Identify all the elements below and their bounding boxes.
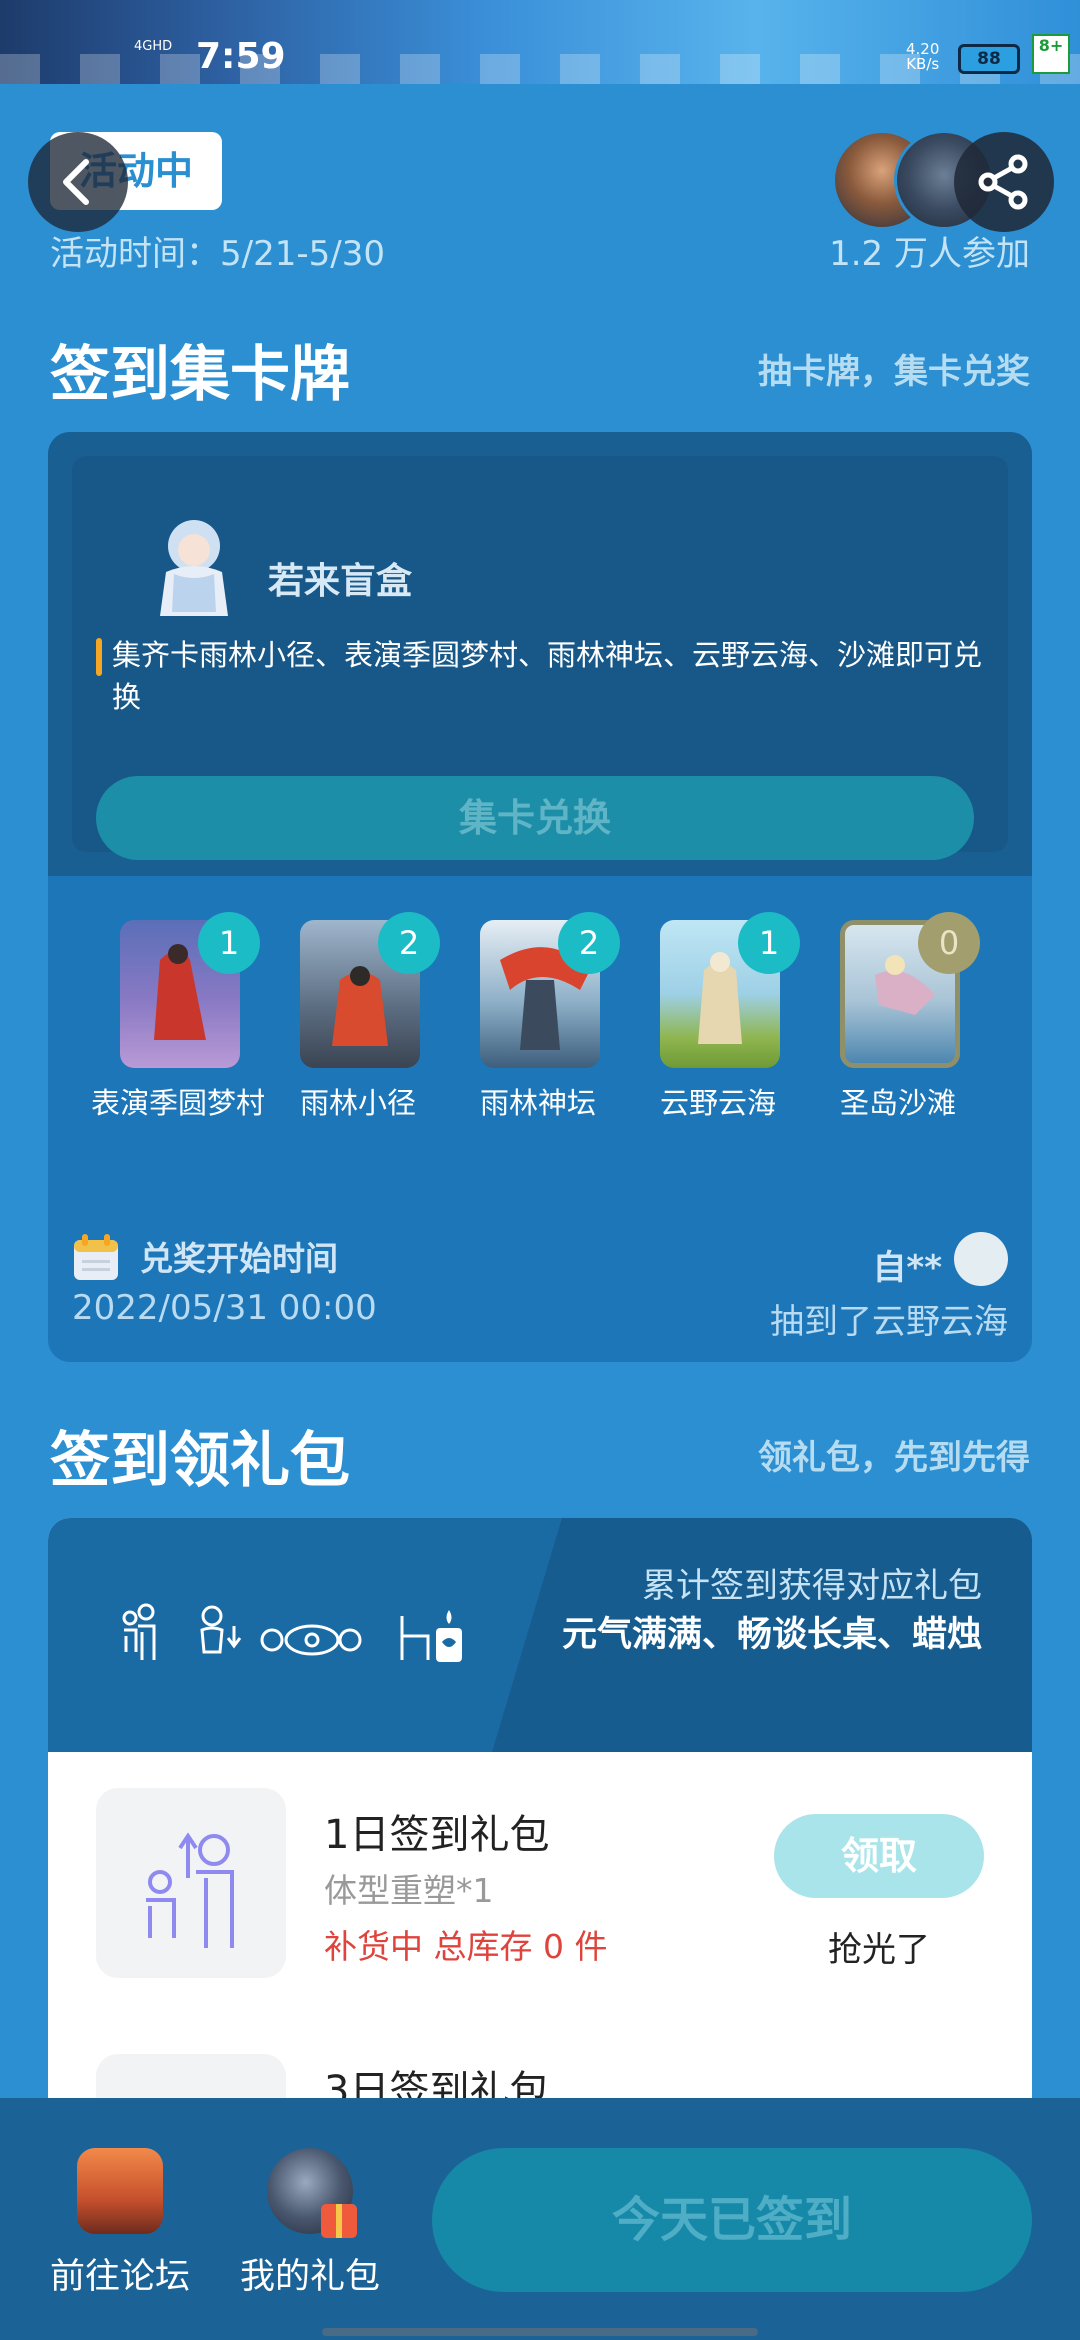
card-item[interactable]: 1 表演季圆梦村 bbox=[78, 912, 265, 1180]
card-item[interactable]: 1 云野云海 bbox=[618, 912, 800, 1180]
battery-icon: 88 bbox=[958, 44, 1020, 74]
my-gifts-label: 我的礼包 bbox=[240, 2257, 381, 2297]
card-item[interactable]: 2 雨林小径 bbox=[258, 912, 440, 1180]
chevron-left-icon bbox=[63, 159, 89, 205]
card-item[interactable]: 2 雨林神坛 bbox=[438, 912, 620, 1180]
winner-avatar bbox=[954, 1232, 1008, 1286]
signed-in-button[interactable]: 今天已签到 bbox=[432, 2148, 1032, 2292]
card-collection-panel: 若来盲盒 集齐卡雨林小径、表演季圆梦村、雨林神坛、云野云海、沙滩即可兑换 集卡兑… bbox=[48, 432, 1032, 1362]
gift-description: 累计签到获得对应礼包 bbox=[642, 1566, 982, 1606]
gift-item: 体型重塑*1 bbox=[324, 1871, 494, 1910]
home-indicator[interactable] bbox=[322, 2328, 758, 2336]
exchange-requirement: 集齐卡雨林小径、表演季圆梦村、雨林神坛、云野云海、沙滩即可兑换 bbox=[112, 638, 983, 714]
network-speed: 4.20 KB/s bbox=[906, 40, 940, 73]
card-name: 云野云海 bbox=[659, 1086, 776, 1120]
section-title-gifts: 签到领礼包 bbox=[50, 1426, 350, 1496]
body-reshape-icon bbox=[146, 1832, 234, 1948]
gift-stock: 补货中 总库存 0 件 bbox=[324, 1927, 608, 1966]
card-count-badge: 2 bbox=[558, 912, 620, 974]
forum-icon bbox=[77, 2148, 163, 2234]
blind-box-figure-image bbox=[160, 520, 228, 616]
gift-row: 1日签到礼包 体型重塑*1 补货中 总库存 0 件 领取 抢光了 bbox=[48, 1752, 1032, 1978]
gift-items-summary: 元气满满、畅谈长桌、蜡烛 bbox=[562, 1615, 983, 1655]
section-title-cards: 签到集卡牌 bbox=[50, 340, 350, 410]
card-name: 雨林小径 bbox=[299, 1086, 416, 1120]
winner-name: 自** bbox=[872, 1248, 942, 1288]
claim-button[interactable]: 领取 bbox=[774, 1814, 984, 1898]
forum-label: 前往论坛 bbox=[50, 2257, 191, 2297]
redeem-start-label: 兑奖开始时间 bbox=[140, 1239, 338, 1278]
card-item[interactable]: 0 圣岛沙滩 bbox=[798, 912, 980, 1180]
forum-button[interactable]: 前往论坛 bbox=[50, 2148, 190, 2299]
card-count-badge: 1 bbox=[738, 912, 800, 974]
card-name: 雨林神坛 bbox=[479, 1086, 596, 1120]
activity-time: 活动时间：5/21-5/30 bbox=[50, 234, 385, 274]
status-time: 7:59 bbox=[196, 36, 286, 77]
redeem-start-time: 2022/05/31 00:00 bbox=[72, 1288, 377, 1328]
card-count-badge: 1 bbox=[198, 912, 260, 974]
share-icon bbox=[978, 154, 1028, 210]
back-button[interactable] bbox=[28, 132, 128, 232]
blind-box-name: 若来盲盒 bbox=[268, 561, 413, 602]
card-name: 圣岛沙滩 bbox=[839, 1086, 956, 1120]
age-rating-badge: 8+ bbox=[1032, 34, 1070, 74]
calendar-icon bbox=[74, 1234, 118, 1280]
blind-box-card: 若来盲盒 集齐卡雨林小径、表演季圆梦村、雨林神坛、云野云海、沙滩即可兑换 集卡兑… bbox=[72, 456, 1008, 860]
network-indicator: 4GHD bbox=[134, 39, 173, 54]
gift-type-icons bbox=[122, 1603, 462, 1662]
gift-panel: 累计签到获得对应礼包 元气满满、畅谈长桌、蜡烛 1日签到礼包 体型重塑*1 补货… bbox=[48, 1518, 1032, 2158]
gift-title: 1日签到礼包 bbox=[324, 1812, 550, 1858]
section-subtitle-gifts: 领礼包，先到先得 bbox=[758, 1438, 1030, 1478]
gift-icon bbox=[267, 2148, 357, 2238]
card-count-badge: 0 bbox=[918, 912, 980, 974]
card-list: 1 表演季圆梦村 2 雨林小径 2 雨林神坛 1 云野云海 0 圣岛沙滩 bbox=[48, 912, 1032, 1180]
sold-out-label: 抢光了 bbox=[828, 1930, 930, 1970]
section-subtitle-cards: 抽卡牌，集卡兑奖 bbox=[758, 352, 1030, 392]
card-name: 表演季圆梦村 bbox=[90, 1086, 265, 1120]
participant-count: 1.2 万人参加 bbox=[829, 234, 1030, 274]
gift-thumbnail bbox=[96, 1788, 286, 1978]
my-gifts-button[interactable]: 我的礼包 bbox=[240, 2148, 380, 2299]
accent-bar bbox=[96, 638, 102, 676]
card-count-badge: 2 bbox=[378, 912, 440, 974]
share-button[interactable] bbox=[954, 132, 1054, 232]
exchange-button[interactable]: 集卡兑换 bbox=[96, 776, 974, 860]
winner-prize: 抽到了云野云海 bbox=[770, 1302, 1008, 1342]
